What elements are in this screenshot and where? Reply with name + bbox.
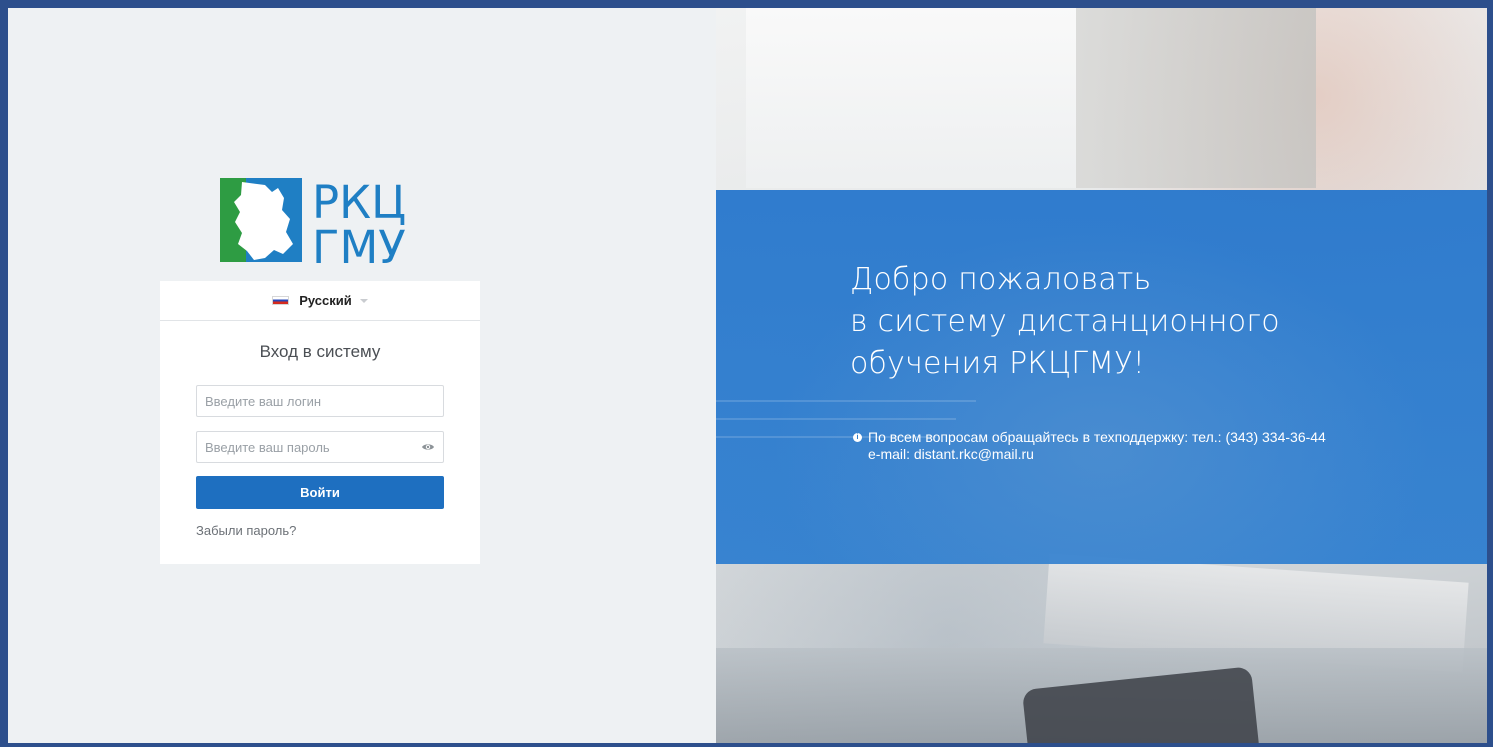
support-info: i По всем вопросам обращайтесь в техподд… xyxy=(853,429,1393,463)
chevron-down-icon xyxy=(359,298,368,303)
login-panel: РКЦ ГМУ Русский Вход в систему Введите в… xyxy=(8,8,716,743)
info-icon: i xyxy=(853,433,862,442)
login-button[interactable]: Войти xyxy=(196,476,444,509)
russia-flag-icon xyxy=(272,296,290,305)
welcome-title: Добро пожаловать в систему дистанционног… xyxy=(850,259,1330,385)
login-input[interactable] xyxy=(197,386,443,416)
laptop-keyboard-decoration xyxy=(716,400,976,402)
logo-graphic: РКЦ ГМУ xyxy=(220,176,406,266)
app-frame: РКЦ ГМУ Русский Вход в систему Введите в… xyxy=(0,0,1493,747)
logo-text-line2: ГМУ xyxy=(312,221,406,266)
welcome-title-line: в систему дистанционного xyxy=(850,304,1280,339)
support-phone-line: i По всем вопросам обращайтесь в техподд… xyxy=(853,429,1393,446)
login-title: Вход в систему xyxy=(259,342,381,361)
forgot-password-link[interactable]: Забыли пароль? xyxy=(196,523,296,538)
eye-icon[interactable] xyxy=(421,441,435,453)
support-phone-text: По всем вопросам обращайтесь в техподдер… xyxy=(868,429,1326,445)
background-wall xyxy=(1076,8,1316,188)
password-field xyxy=(196,431,444,463)
login-field xyxy=(196,385,444,417)
welcome-title-line: обучения РКЦГМУ! xyxy=(850,346,1146,381)
support-email-text: e-mail: distant.rkc@mail.ru xyxy=(868,446,1034,462)
password-input[interactable] xyxy=(197,432,443,462)
welcome-panel: Добро пожаловать в систему дистанционног… xyxy=(716,8,1487,743)
language-label: Русский xyxy=(299,293,352,308)
background-window xyxy=(746,8,1076,188)
language-selector[interactable]: Русский xyxy=(160,281,480,321)
welcome-title-line: Добро пожаловать xyxy=(850,262,1152,297)
laptop-keyboard-decoration xyxy=(716,418,956,420)
login-card: Русский Вход в систему Войти Забыли паро… xyxy=(160,281,480,564)
logo: РКЦ ГМУ xyxy=(220,174,430,266)
